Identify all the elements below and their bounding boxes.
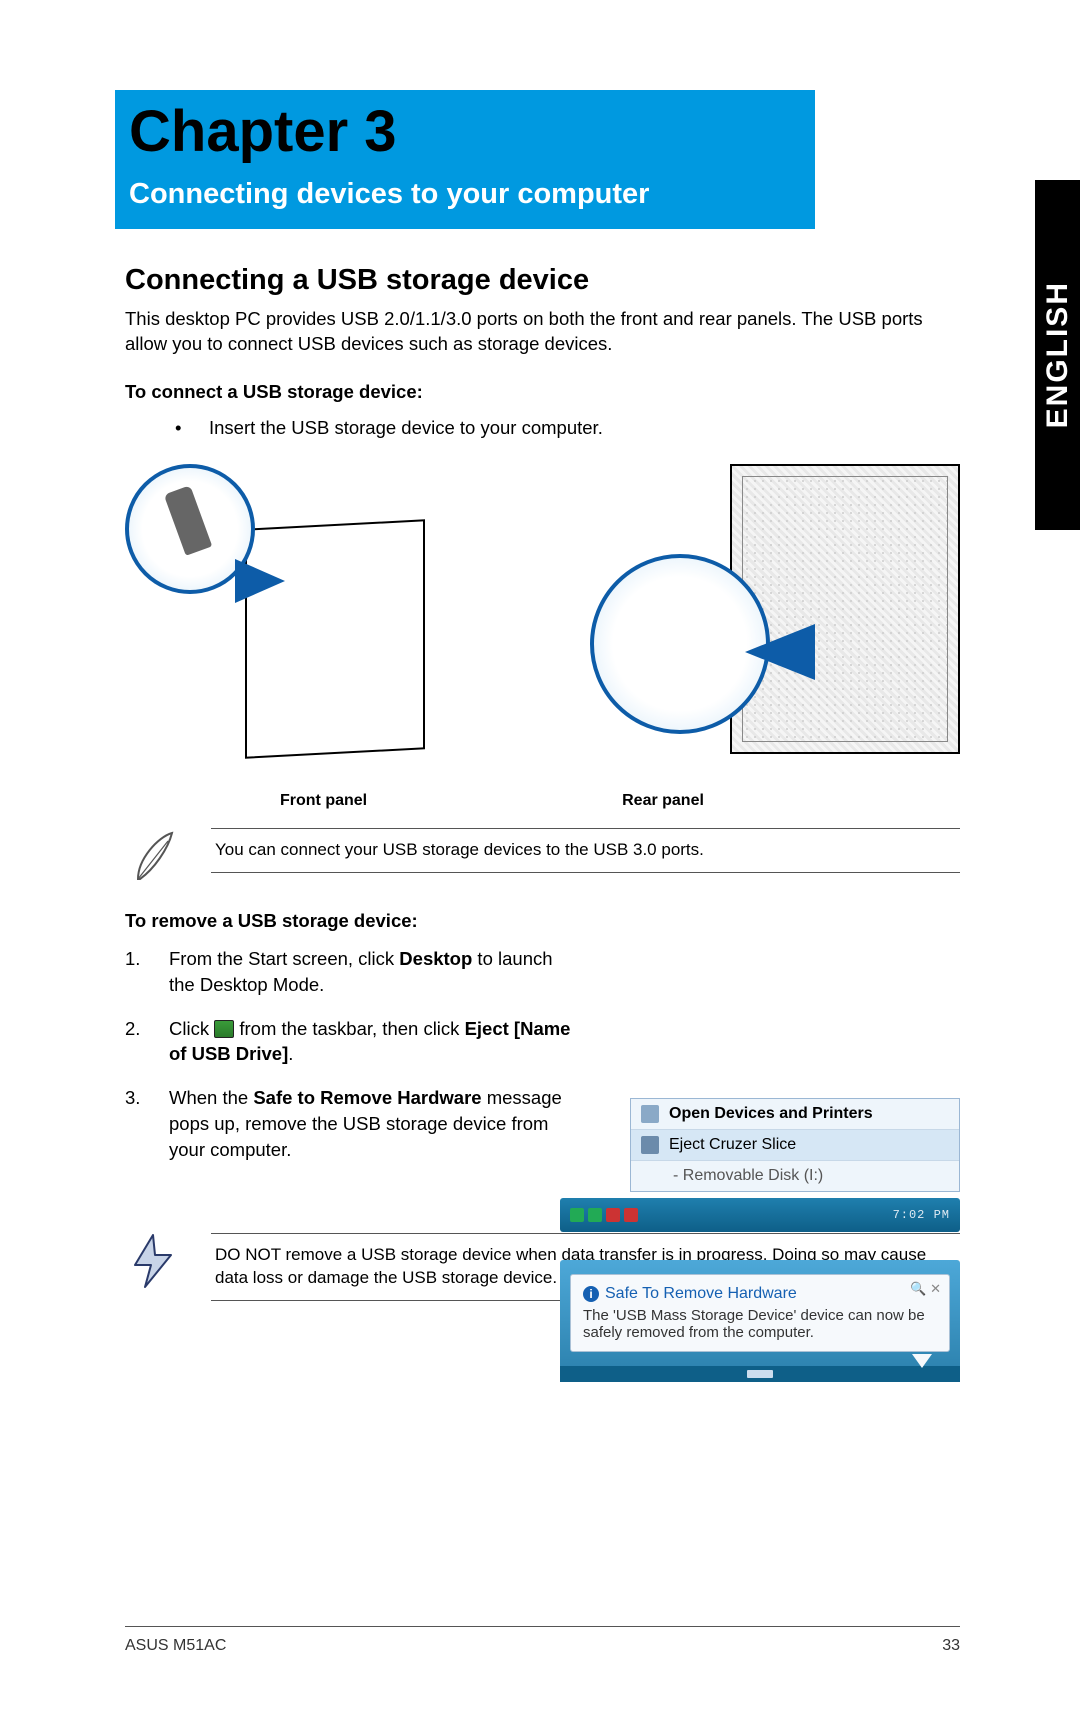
front-panel-label: Front panel xyxy=(280,792,367,810)
footer-page-number: 33 xyxy=(942,1637,960,1655)
balloon-title-row: i Safe To Remove Hardware xyxy=(583,1285,937,1303)
front-tower-illustration xyxy=(245,519,425,758)
balloon-taskbar xyxy=(560,1366,960,1382)
section-heading: Connecting a USB storage device xyxy=(125,264,960,297)
connect-step-text: Insert the USB storage device to your co… xyxy=(209,417,603,439)
connect-step-row: • Insert the USB storage device to your … xyxy=(175,417,960,439)
screenshot-area: Open Devices and Printers Eject Cruzer S… xyxy=(560,1098,960,1382)
balloon-close-icon: 🔍 ✕ xyxy=(910,1281,941,1297)
menu-item-open-devices: Open Devices and Printers xyxy=(631,1099,959,1130)
rear-panel-diagram xyxy=(590,464,960,764)
note-box: You can connect your USB storage devices… xyxy=(125,828,960,884)
eject-context-menu: Open Devices and Printers Eject Cruzer S… xyxy=(630,1098,960,1192)
info-icon: i xyxy=(583,1286,599,1302)
remove-heading: To remove a USB storage device: xyxy=(125,910,960,932)
step-number: 1. xyxy=(125,946,169,998)
rear-arrow-icon xyxy=(745,624,815,680)
tray-icon xyxy=(570,1208,584,1222)
balloon-body: The 'USB Mass Storage Device' device can… xyxy=(583,1307,937,1341)
taskbar-strip: 7:02 PM xyxy=(560,1198,960,1232)
list-item: 3. When the Safe to Remove Hardware mess… xyxy=(125,1085,575,1163)
printer-icon xyxy=(641,1105,659,1123)
step-number: 2. xyxy=(125,1016,169,1068)
step-text: From the Start screen, click Desktop to … xyxy=(169,946,575,998)
balloon-title: Safe To Remove Hardware xyxy=(605,1285,797,1303)
step-number: 3. xyxy=(125,1085,169,1163)
taskbar-clock: 7:02 PM xyxy=(893,1208,950,1222)
connect-heading: To connect a USB storage device: xyxy=(125,381,960,403)
rear-tower-illustration xyxy=(730,464,960,754)
chapter-subtitle: Connecting devices to your computer xyxy=(129,178,815,211)
usb-stick-icon xyxy=(164,485,213,556)
language-tab: ENGLISH xyxy=(1035,180,1080,530)
intro-paragraph: This desktop PC provides USB 2.0/1.1/3.0… xyxy=(125,307,960,357)
warning-lightning-icon xyxy=(125,1233,181,1289)
tray-icons xyxy=(570,1208,638,1222)
tray-icon xyxy=(624,1208,638,1222)
language-label: ENGLISH xyxy=(1041,281,1075,428)
taskbar-tray-icon xyxy=(214,1020,234,1038)
menu-label: Open Devices and Printers xyxy=(669,1105,873,1123)
menu-label: Eject Cruzer Slice xyxy=(669,1136,796,1154)
panel-labels-row: Front panel Rear panel xyxy=(125,792,960,810)
bullet-icon: • xyxy=(175,417,209,439)
note-text: You can connect your USB storage devices… xyxy=(211,828,960,873)
tray-icon xyxy=(606,1208,620,1222)
rear-panel-label: Rear panel xyxy=(622,792,704,810)
drive-icon xyxy=(641,1136,659,1154)
menu-item-eject: Eject Cruzer Slice xyxy=(631,1130,959,1161)
step-text: When the Safe to Remove Hardware message… xyxy=(169,1085,575,1163)
menu-sub-item: - Removable Disk (I:) xyxy=(631,1161,959,1191)
front-panel-diagram xyxy=(125,464,475,764)
rear-callout-circle xyxy=(590,554,770,734)
manual-page: ENGLISH Chapter 3 Connecting devices to … xyxy=(0,90,1080,1717)
page-footer: ASUS M51AC 33 xyxy=(125,1626,960,1655)
chapter-header: Chapter 3 Connecting devices to your com… xyxy=(115,90,815,229)
notification-balloon-wrap: 🔍 ✕ i Safe To Remove Hardware The 'USB M… xyxy=(560,1260,960,1382)
list-item: 1. From the Start screen, click Desktop … xyxy=(125,946,575,998)
note-feather-icon xyxy=(125,828,181,884)
safe-remove-balloon: 🔍 ✕ i Safe To Remove Hardware The 'USB M… xyxy=(570,1274,950,1352)
footer-model: ASUS M51AC xyxy=(125,1637,226,1655)
tray-icon xyxy=(588,1208,602,1222)
chapter-title: Chapter 3 xyxy=(129,90,815,164)
list-item: 2. Click from the taskbar, then click Ej… xyxy=(125,1016,575,1068)
diagram-area xyxy=(125,464,960,784)
step-text: Click from the taskbar, then click Eject… xyxy=(169,1016,575,1068)
front-arrow-icon xyxy=(235,559,285,603)
